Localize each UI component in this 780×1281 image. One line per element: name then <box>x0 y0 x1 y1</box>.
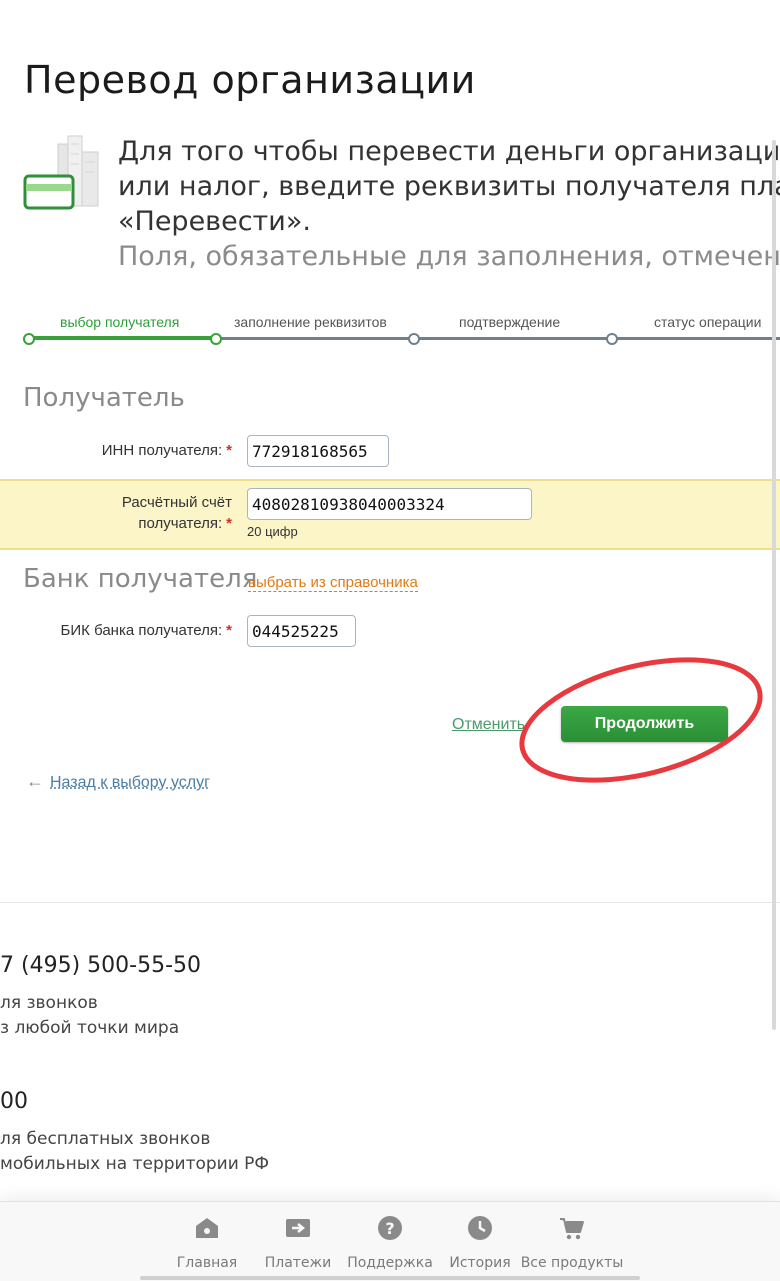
bik-label: БИК банка получателя: * <box>61 620 232 641</box>
back-to-services-link[interactable]: ← Назад к выбору услуг <box>26 771 210 792</box>
required-star: * <box>226 442 232 459</box>
bottom-navigation: Главная Платежи ? Поддержка История Все … <box>0 1201 780 1281</box>
account-label-line1: Расчётный счёт <box>121 494 232 511</box>
step-dot <box>408 333 420 345</box>
contact-description: ля звонков з любой точки мира <box>0 991 179 1041</box>
required-hint: Поля, обязательные для заполнения, отмеч… <box>118 239 780 274</box>
step-dot <box>606 333 618 345</box>
history-icon <box>468 1216 492 1240</box>
account-input[interactable] <box>247 488 532 520</box>
nav-payments-label: Платежи <box>264 1255 332 1271</box>
step-confirmation: подтверждение <box>459 314 561 330</box>
back-to-services-label[interactable]: Назад к выбору услуг <box>50 774 210 791</box>
recipient-section-title: Получатель <box>23 383 185 413</box>
required-star: * <box>226 622 232 639</box>
intro-line: «Перевести». <box>118 206 311 237</box>
contact-phone-number[interactable]: 00 <box>0 1089 28 1114</box>
progress-fill <box>28 336 216 340</box>
account-label: Расчётный счёт получателя: * <box>122 492 232 534</box>
nav-all-products-label: Все продукты <box>520 1255 624 1271</box>
account-hint: 20 цифр <box>247 524 298 539</box>
account-label-line2: получателя: <box>138 515 223 532</box>
select-from-directory-link[interactable]: выбрать из справочника <box>248 574 418 592</box>
contact-desc-line: мобильных на территории РФ <box>0 1154 270 1174</box>
bik-input[interactable] <box>247 615 356 647</box>
contact-desc-line: ля звонков <box>0 993 98 1013</box>
intro-line: Для того чтобы перевести деньги организа… <box>118 136 780 167</box>
card-building-icon <box>23 135 99 210</box>
nav-all-products[interactable]: Все продукты <box>520 1202 624 1281</box>
step-status: статус операции <box>654 314 762 330</box>
step-dot <box>23 333 35 345</box>
home-icon <box>196 1218 218 1238</box>
step-dot <box>210 333 222 345</box>
scrollbar[interactable] <box>772 140 776 1030</box>
nav-home-label: Главная <box>176 1255 238 1271</box>
nav-home[interactable]: Главная <box>170 1202 244 1281</box>
step-fill-details: заполнение реквизитов <box>234 314 387 330</box>
nav-history-label: История <box>449 1255 511 1271</box>
nav-support-label: Поддержка <box>347 1255 433 1271</box>
step-select-recipient: выбор получателя <box>60 314 180 330</box>
contact-phone-number[interactable]: 7 (495) 500-55-50 <box>0 953 201 978</box>
nav-history[interactable]: История <box>446 1202 514 1281</box>
inn-label: ИНН получателя: * <box>102 440 232 461</box>
bik-label-text: БИК банка получателя: <box>60 622 223 639</box>
inn-label-text: ИНН получателя: <box>101 442 223 459</box>
inn-input[interactable] <box>247 435 389 467</box>
contact-desc-line: ля бесплатных звонков <box>0 1129 211 1149</box>
required-hint-text: Поля, обязательные для заполнения, отмеч… <box>118 241 780 272</box>
bank-section-title: Банк получателя <box>23 564 258 594</box>
footer-divider <box>0 902 780 903</box>
intro-text: Для того чтобы перевести деньги организа… <box>118 134 780 274</box>
home-indicator <box>140 1276 640 1280</box>
svg-text:?: ? <box>385 1219 394 1238</box>
cancel-link[interactable]: Отменить <box>452 716 525 734</box>
required-star: * <box>226 515 232 532</box>
support-icon: ? <box>378 1216 402 1240</box>
back-arrow-icon: ← <box>26 771 44 791</box>
contact-desc-line: з любой точки мира <box>0 1018 180 1038</box>
nav-payments[interactable]: Платежи <box>259 1202 337 1281</box>
cart-icon <box>560 1218 584 1240</box>
intro-line: или налог, введите реквизиты получателя … <box>118 171 780 202</box>
page-title: Перевод организации <box>24 58 476 102</box>
progress-steps: выбор получателя заполнение реквизитов п… <box>0 300 780 350</box>
contact-description: ля бесплатных звонков мобильных на терри… <box>0 1127 269 1177</box>
continue-button[interactable]: Продолжить <box>561 706 728 742</box>
payments-icon <box>286 1219 310 1237</box>
nav-support[interactable]: ? Поддержка <box>347 1202 433 1281</box>
